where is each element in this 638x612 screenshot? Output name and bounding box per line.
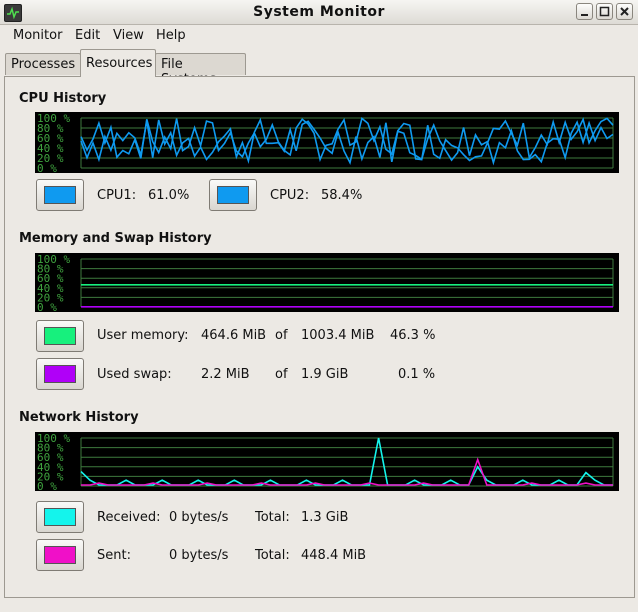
memory-history-graph: 100 % 80 % 60 % 40 % 20 % 0 % xyxy=(35,253,619,312)
received-trace xyxy=(80,437,613,486)
used-swap-label: Used swap: xyxy=(97,367,172,382)
maximize-button[interactable] xyxy=(596,3,613,20)
window-title: System Monitor xyxy=(253,4,385,20)
minimize-icon xyxy=(581,14,588,16)
tab-processes[interactable]: Processes xyxy=(5,53,81,75)
menu-edit[interactable]: Edit xyxy=(75,28,100,43)
tab-file-systems[interactable]: File Systems xyxy=(155,53,246,87)
received-color-swatch xyxy=(44,508,76,526)
memory-axis-label: 0 % xyxy=(37,301,57,312)
cpu1-color-swatch xyxy=(44,186,76,204)
network-axis-label: 0 % xyxy=(37,480,57,491)
user-memory-percent: 46.3 % xyxy=(390,328,436,343)
sent-total-label: Total: xyxy=(255,548,290,563)
user-memory-of: of xyxy=(275,328,288,343)
cpu2-trace xyxy=(80,116,614,163)
cpu1-trace xyxy=(80,117,614,166)
cpu2-label: CPU2: xyxy=(270,188,310,203)
menu-help[interactable]: Help xyxy=(156,28,186,43)
menu-monitor[interactable]: Monitor xyxy=(13,28,62,43)
used-swap-total: 1.9 GiB xyxy=(301,367,349,382)
cpu-history-graph: 100 % 80 % 60 % 40 % 20 % 0 % xyxy=(35,112,619,173)
close-button[interactable] xyxy=(616,3,633,20)
cpu1-label: CPU1: xyxy=(97,188,137,203)
user-memory-used: 464.6 MiB xyxy=(201,328,267,343)
maximize-icon xyxy=(599,6,610,17)
used-swap-used: 2.2 MiB xyxy=(201,367,250,382)
received-total-label: Total: xyxy=(255,510,290,525)
user-memory-color-swatch xyxy=(44,327,76,345)
minimize-button[interactable] xyxy=(576,3,593,20)
cpu1-color-button[interactable] xyxy=(36,179,84,211)
network-history-title: Network History xyxy=(19,410,139,425)
network-history-graph: 100 % 80 % 60 % 40 % 20 % 0 % xyxy=(35,432,619,491)
used-swap-color-swatch xyxy=(44,365,76,383)
user-memory-total: 1003.4 MiB xyxy=(301,328,375,343)
status-bar xyxy=(0,600,638,612)
used-swap-percent: 0.1 % xyxy=(398,367,436,382)
menu-view[interactable]: View xyxy=(113,28,144,43)
cpu2-color-swatch xyxy=(217,186,249,204)
close-icon xyxy=(620,7,629,16)
memory-history-title: Memory and Swap History xyxy=(19,231,212,246)
user-memory-color-button[interactable] xyxy=(36,320,84,352)
sent-label: Sent: xyxy=(97,548,131,563)
used-swap-color-button[interactable] xyxy=(36,358,84,390)
sent-color-button[interactable] xyxy=(36,539,84,571)
sent-rate: 0 bytes/s xyxy=(169,548,229,563)
received-total: 1.3 GiB xyxy=(301,510,349,525)
user-memory-label: User memory: xyxy=(97,328,189,343)
cpu2-color-button[interactable] xyxy=(209,179,257,211)
menu-bar: Monitor Edit View Help xyxy=(0,25,638,47)
sent-total: 448.4 MiB xyxy=(301,548,367,563)
received-color-button[interactable] xyxy=(36,501,84,533)
cpu2-value: 58.4% xyxy=(321,188,363,203)
received-label: Received: xyxy=(97,510,161,525)
sent-color-swatch xyxy=(44,546,76,564)
cpu1-value: 61.0% xyxy=(148,188,190,203)
tab-resources[interactable]: Resources xyxy=(80,49,156,77)
used-swap-of: of xyxy=(275,367,288,382)
title-bar: System Monitor xyxy=(0,0,638,25)
cpu-axis-label: 0 % xyxy=(37,162,57,173)
tab-bar: Processes Resources File Systems xyxy=(0,49,638,87)
received-rate: 0 bytes/s xyxy=(169,510,229,525)
cpu-history-title: CPU History xyxy=(19,91,107,106)
